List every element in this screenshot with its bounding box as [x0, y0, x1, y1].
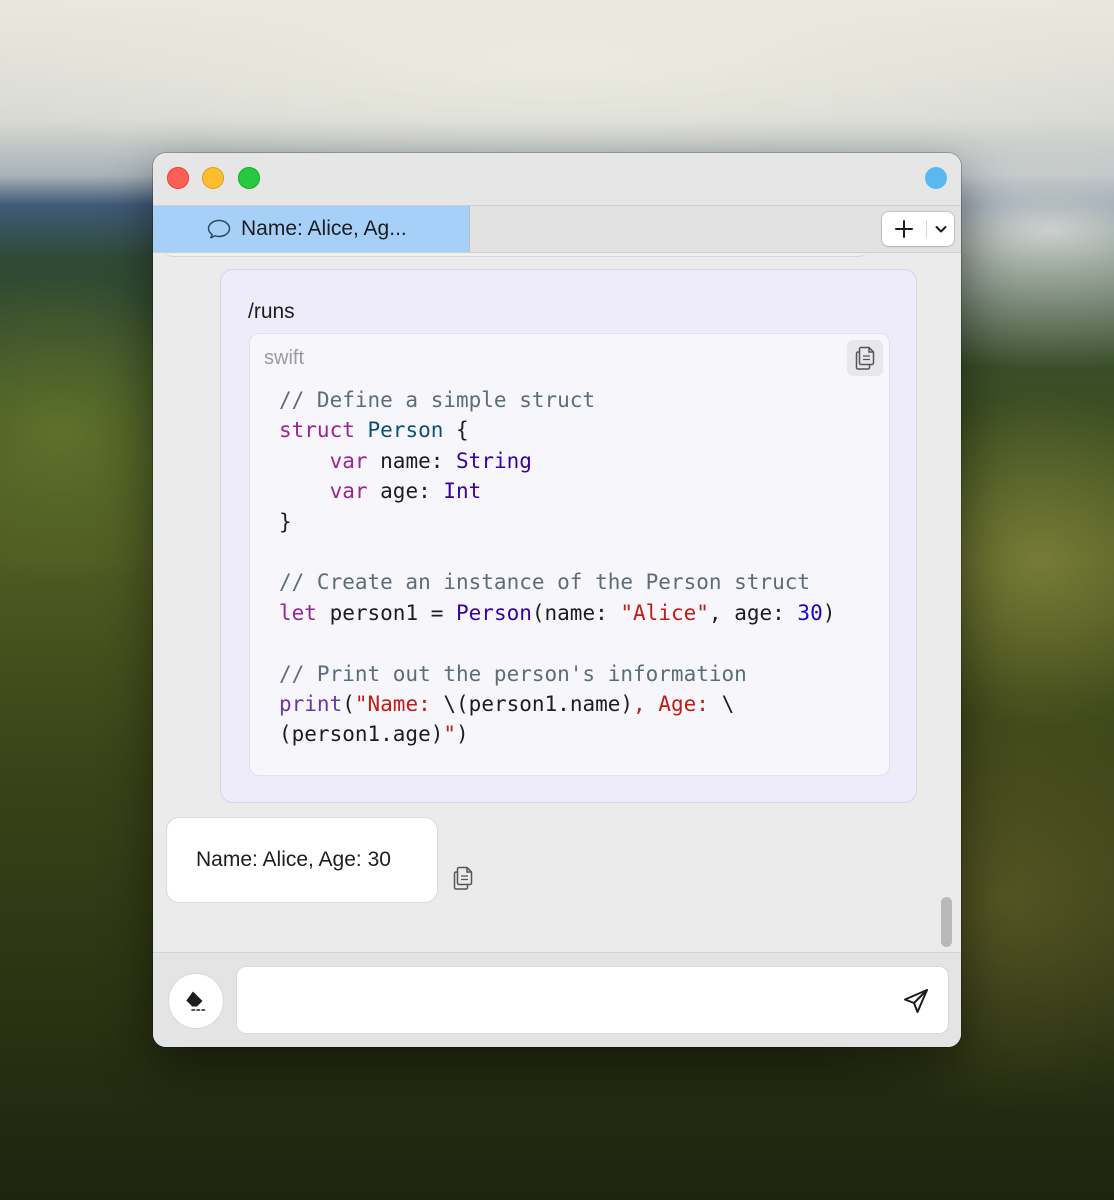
code-line: // Create an instance of the Person stru…	[279, 570, 810, 594]
code-token: // Create an instance of the Person stru…	[279, 570, 811, 595]
tab-bar: Name: Alice, Ag...	[153, 205, 961, 253]
code-content: // Define a simple struct struct Person …	[279, 385, 835, 750]
send-button[interactable]	[901, 986, 931, 1016]
code-token: )	[456, 722, 469, 747]
copy-icon	[855, 346, 875, 370]
assistant-message: Name: Alice, Age: 30	[167, 818, 437, 902]
code-line: }	[279, 510, 292, 534]
code-token: struct	[279, 418, 355, 443]
tab-label: Name: Alice, Ag...	[241, 217, 407, 240]
status-indicator	[925, 167, 947, 189]
code-token: "	[443, 722, 457, 747]
code-token: var	[329, 479, 368, 504]
code-line: var age: Int	[279, 479, 482, 504]
code-token: name:	[367, 448, 457, 473]
code-line: struct Person {	[279, 418, 469, 442]
code-token: (	[342, 692, 355, 717]
code-token: "Name:	[354, 692, 444, 717]
code-line: // Print out the person's information	[279, 662, 747, 686]
chat-window: Name: Alice, Ag... /runs swift // Define…	[153, 153, 961, 1047]
code-token: (person1.age)	[279, 722, 444, 747]
tab-menu-button[interactable]	[927, 212, 954, 246]
new-tab-button[interactable]	[882, 212, 926, 246]
code-token: person1 =	[316, 600, 457, 625]
scrollbar-thumb[interactable]	[941, 897, 952, 947]
code-token: print	[279, 692, 343, 717]
code-token: }	[279, 509, 292, 534]
conversation-area[interactable]: /runs swift // Define a simple struct st…	[153, 253, 961, 952]
code-token: let	[279, 600, 317, 625]
chat-bubble-icon	[207, 219, 231, 239]
code-line: let person1 = Person(name: "Alice", age:…	[279, 601, 835, 625]
user-message: /runs swift // Define a simple struct st…	[220, 269, 917, 803]
code-token: , Age:	[633, 692, 722, 717]
code-language-label: swift	[264, 347, 304, 369]
code-token: Person	[456, 600, 532, 625]
code-token: // Print out the person's information	[279, 661, 747, 686]
code-token: \	[721, 692, 735, 717]
code-token: Person	[367, 418, 444, 443]
minimize-window-button[interactable]	[202, 167, 224, 189]
copy-reply-button[interactable]	[449, 863, 477, 893]
code-token: \(person1.name)	[443, 692, 634, 717]
code-line: (person1.age)")	[279, 722, 469, 746]
code-line: var name: String	[279, 449, 532, 473]
eraser-icon	[185, 991, 206, 1011]
code-token: 30	[797, 600, 823, 625]
code-line: print("Name: \(person1.name), Age: \	[279, 692, 734, 716]
code-token: )	[822, 600, 836, 625]
copy-icon	[453, 866, 473, 890]
close-window-button[interactable]	[167, 167, 189, 189]
title-bar	[153, 153, 961, 205]
zoom-window-button[interactable]	[238, 167, 260, 189]
code-token: "Alice"	[620, 600, 709, 625]
clear-conversation-button[interactable]	[169, 974, 223, 1028]
assistant-message-text: Name: Alice, Age: 30	[196, 848, 391, 871]
previous-message-edge	[163, 253, 868, 257]
code-block: swift // Define a simple struct struct P…	[249, 333, 890, 776]
user-message-text: /runs	[248, 300, 295, 323]
code-token: // Define a simple struct	[279, 388, 596, 412]
code-token: String	[456, 448, 532, 473]
code-line: // Define a simple struct	[279, 388, 595, 412]
composer-bar	[153, 952, 961, 1047]
message-input[interactable]	[237, 967, 948, 1033]
copy-code-button[interactable]	[847, 340, 883, 376]
code-token: {	[443, 418, 469, 443]
code-token: var	[329, 448, 368, 473]
code-token: Int	[443, 479, 482, 504]
code-token: (name:	[531, 600, 621, 625]
chevron-down-icon	[935, 226, 946, 233]
tab-conversation[interactable]: Name: Alice, Ag...	[153, 206, 470, 252]
code-token: age:	[367, 479, 444, 504]
tab-actions	[882, 212, 954, 246]
paper-plane-icon	[904, 989, 928, 1013]
plus-icon	[895, 220, 913, 238]
code-token: , age:	[708, 600, 798, 625]
